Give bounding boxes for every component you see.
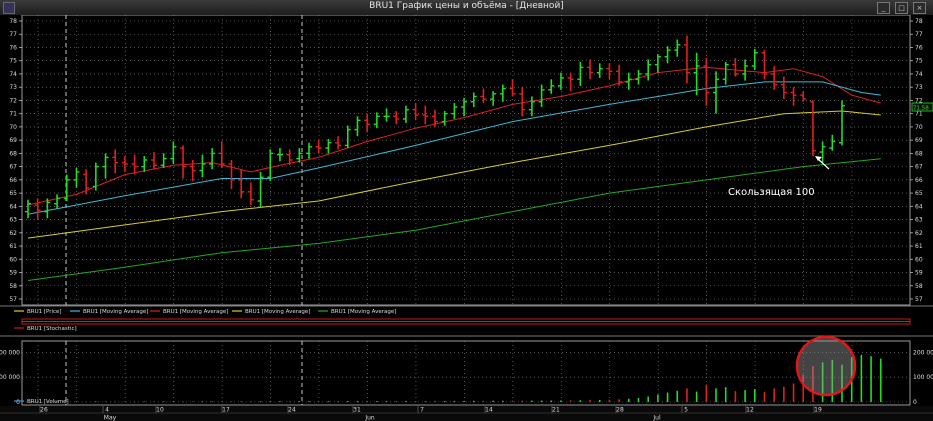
y-tick-label: 73: [915, 84, 923, 91]
legend-ma-3: BRU1 [Moving Average]: [245, 309, 310, 315]
y-tick-label: 76: [9, 44, 17, 51]
y-tick-label: 64: [915, 203, 923, 210]
chart-area[interactable]: 5758596061626364656667686970717273747576…: [0, 15, 933, 421]
volume-tick-label: 200 000: [0, 349, 20, 356]
y-tick-label: 68: [915, 150, 923, 157]
date-label: 10: [156, 407, 164, 414]
annotation-text: Скользящая 100: [728, 187, 815, 198]
legend-stochastic: BRU1 [Stochastic]: [27, 326, 77, 332]
window-title: BRU1 График цены и объёма - [Дневной]: [369, 1, 564, 11]
date-label: 7: [420, 407, 424, 414]
y-tick-label: 73: [9, 84, 17, 91]
date-label: 4: [105, 407, 109, 414]
legend-price: BRU1 [Price]: [27, 309, 62, 315]
y-tick-label: 59: [915, 270, 923, 277]
y-tick-label: 76: [915, 44, 923, 51]
y-tick-label: 58: [915, 283, 923, 290]
y-tick-label: 70: [9, 124, 17, 131]
date-label: 5: [684, 407, 688, 414]
y-tick-label: 65: [9, 190, 17, 197]
date-label: 12: [746, 407, 754, 414]
y-tick-label: 69: [915, 137, 923, 144]
y-tick-label: 77: [9, 31, 17, 38]
y-tick-label: 72: [9, 97, 17, 104]
volume-tick-label: 100 000: [0, 374, 20, 381]
y-tick-label: 60: [915, 256, 923, 263]
y-tick-label: 71: [915, 111, 923, 118]
y-tick-label: 57: [9, 296, 17, 303]
y-tick-label: 65: [915, 190, 923, 197]
y-tick-label: 75: [9, 58, 17, 65]
date-label: 14: [485, 407, 493, 414]
y-tick-label: 70: [915, 124, 923, 131]
month-label: Jul: [652, 415, 661, 421]
legend-ma-1: BRU1 [Moving Average]: [83, 309, 148, 315]
y-tick-label: 63: [9, 217, 17, 224]
volume-tick-label: 100 000: [913, 374, 933, 381]
date-label: 17: [222, 407, 230, 414]
y-tick-label: 61: [9, 243, 17, 250]
y-tick-label: 57: [915, 296, 923, 303]
y-tick-label: 62: [915, 230, 923, 237]
last-price-tag: 71.58: [911, 102, 933, 112]
volume-tick-label: 0: [16, 399, 20, 406]
month-label: May: [104, 415, 117, 421]
y-tick-label: 75: [915, 58, 923, 65]
date-label: 26: [40, 407, 48, 414]
volume-tick-label: 0: [913, 399, 917, 406]
y-tick-label: 74: [915, 71, 923, 78]
y-tick-label: 59: [9, 270, 17, 277]
minimize-button[interactable]: _: [877, 2, 890, 14]
last-price-value: 71.58: [913, 106, 929, 112]
y-tick-label: 78: [9, 18, 17, 25]
close-button[interactable]: ×: [913, 2, 926, 14]
legend-volume: BRU1 [Volume]: [27, 399, 69, 405]
y-tick-label: 71: [9, 111, 17, 118]
y-tick-label: 61: [915, 243, 923, 250]
y-tick-label: 69: [9, 137, 17, 144]
volume-tick-label: 200 000: [913, 349, 933, 356]
y-tick-label: 66: [9, 177, 17, 184]
y-tick-label: 60: [9, 256, 17, 263]
date-label: 19: [814, 407, 822, 414]
month-label: Jun: [364, 415, 375, 421]
y-tick-label: 62: [9, 230, 17, 237]
y-tick-label: 67: [9, 164, 17, 171]
legend-ma-2: BRU1 [Moving Average]: [163, 309, 228, 315]
date-label: 31: [353, 407, 361, 414]
y-tick-label: 67: [915, 164, 923, 171]
date-axis-background: [0, 406, 933, 421]
y-tick-label: 68: [9, 150, 17, 157]
y-tick-label: 74: [9, 71, 17, 78]
date-axis: 26 4 10 17 24 31 7 14 21 28 5 12 19 May Jun Jul: [0, 406, 933, 421]
y-tick-label: 66: [915, 177, 923, 184]
y-tick-label: 78: [915, 18, 923, 25]
y-tick-label: 77: [915, 31, 923, 38]
y-tick-label: 63: [915, 217, 923, 224]
y-tick-label: 64: [9, 203, 17, 210]
date-label: 21: [552, 407, 560, 414]
volume-highlight: [795, 335, 857, 397]
maximize-button[interactable]: □: [895, 2, 908, 14]
window-titlebar: BRU1 График цены и объёма - [Дневной] _ …: [0, 0, 933, 16]
date-label: 28: [616, 407, 624, 414]
y-tick-label: 58: [9, 283, 17, 290]
legend-ma-4: BRU1 [Moving Average]: [331, 309, 396, 315]
date-label: 24: [288, 407, 296, 414]
